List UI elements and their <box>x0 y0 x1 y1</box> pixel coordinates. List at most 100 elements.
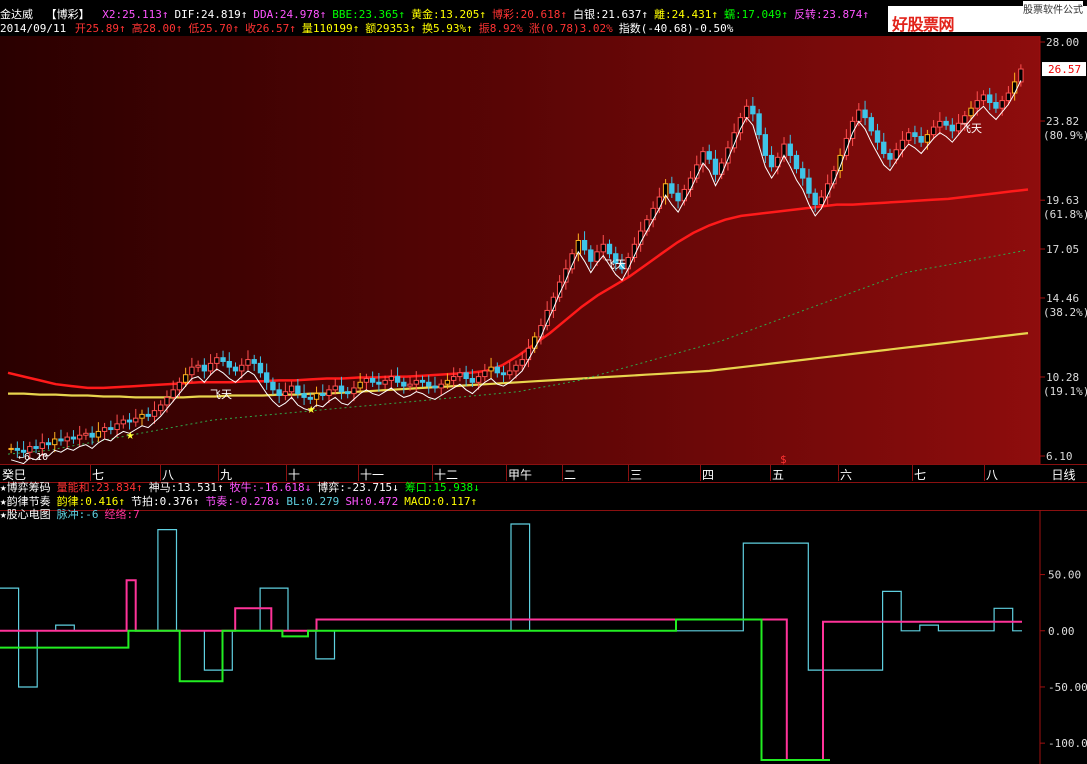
candle-body <box>369 377 376 383</box>
month-divider <box>506 465 507 481</box>
pulse-tick-label: -100.0 <box>1048 737 1087 750</box>
candle-body <box>930 126 937 136</box>
candle-body <box>687 177 694 190</box>
candle-body <box>756 113 762 136</box>
candle-body <box>912 132 918 138</box>
quote-header: 2014/09/11 开25.89↑ 高28.00↑ 低25.70↑ 收26.57↑ 量… <box>0 22 1040 36</box>
month-divider <box>562 465 563 481</box>
candle-body <box>712 158 719 175</box>
candle-body <box>800 168 806 179</box>
candle-body <box>332 385 338 391</box>
candle-body <box>906 132 912 141</box>
price-tick-pct: (38.2%) <box>1043 306 1087 319</box>
price-tick-label: 14.46 <box>1046 292 1079 305</box>
candle-body <box>581 239 588 251</box>
indicator-row-rhythm: ★韵律节奏 韵律:0.416↑ 节拍:0.376↑ 节奏:-0.278↓ BL:0.27… <box>0 495 1040 509</box>
candle-body <box>8 447 14 450</box>
quote-value-1: 高28.00↑ <box>131 22 183 35</box>
quote-value-2: 低25.70↑ <box>188 22 240 35</box>
candle-body <box>232 366 239 372</box>
chip-value-1: 量能和:23.834↑ <box>56 481 143 494</box>
candle-body <box>924 134 931 143</box>
quote-value-8: 涨(0.78)3.02% <box>528 22 613 35</box>
feitian-annotation: 飞天 <box>960 122 982 135</box>
feitian-annotation: 飞天 <box>210 388 232 401</box>
star-signal-icon: ★ <box>126 427 135 443</box>
candle-body <box>1011 81 1018 94</box>
candle-body <box>482 370 488 378</box>
quote-value-5: 额29353↑ <box>365 22 416 35</box>
candle-body <box>469 377 476 383</box>
pulse-value-2: 经络:7 <box>104 508 140 521</box>
rhythm-value-6: MACD:0.117↑ <box>404 495 478 508</box>
rhythm-value-4: BL:0.279 <box>286 495 340 508</box>
stock-name: 金达威 <box>0 8 33 21</box>
candle-body <box>363 377 370 383</box>
month-divider <box>912 465 913 481</box>
candle-body <box>999 100 1005 109</box>
indicator-value-6: 白银:21.637↑ <box>573 8 649 21</box>
candle-body <box>943 120 949 126</box>
candle-body <box>176 381 183 391</box>
candle-body <box>444 379 451 385</box>
pulse-chart[interactable]: 50.00 0.00 -50.00 -100.0 <box>0 510 1087 764</box>
indicator-values: X2:25.113↑ DIF:24.819↑ DDA:24.978↑ BBE:23.3… <box>102 8 875 21</box>
candle-body <box>419 379 426 383</box>
chip-value-0: ★博弈筹码 <box>0 481 51 494</box>
candle-body <box>326 389 332 397</box>
candle-body <box>114 423 120 431</box>
candle-body <box>158 404 164 412</box>
candle-body <box>937 120 943 128</box>
price-chart[interactable]: 28.0023.82(80.9%)19.63(61.8%)17.0514.46(… <box>0 36 1087 464</box>
candle-body <box>787 143 793 156</box>
candle-body <box>513 364 519 372</box>
candle-body <box>987 94 993 103</box>
candle-body <box>201 364 208 372</box>
candle-body <box>170 389 176 398</box>
period-label[interactable]: 日线 <box>1040 466 1087 483</box>
quote-value-7: 振8.92% <box>478 22 523 35</box>
quote-value-9: 指数(-40.68)-0.50% <box>618 22 734 35</box>
indicator-value-7: 離:24.431↑ <box>654 8 718 21</box>
candle-body <box>33 446 39 449</box>
candle-body <box>625 257 631 270</box>
candle-body <box>887 153 893 160</box>
low-price-label: ←6.10 <box>18 452 48 463</box>
candle-body <box>52 438 58 446</box>
candle-body <box>538 325 544 338</box>
pulse-value-1: 脉冲:-6 <box>56 508 99 521</box>
price-tick-pct: (61.8%) <box>1043 208 1087 221</box>
month-divider <box>286 465 287 481</box>
month-divider <box>628 465 629 481</box>
rhythm-value-2: 节拍:0.376↑ <box>130 495 200 508</box>
indicator-value-8: 蠕:17.049↑ <box>724 8 788 21</box>
candle-body <box>899 139 906 151</box>
feitian-annotation: 飞天 <box>604 258 626 271</box>
candle-body <box>426 381 432 387</box>
candle-body <box>95 430 102 438</box>
price-tick-label: 19.63 <box>1046 194 1079 207</box>
candle-body <box>320 393 326 397</box>
indicator-tag[interactable]: 【博彩】 <box>46 8 90 21</box>
star-signal-icon: ★ <box>307 401 316 417</box>
candle-body <box>257 362 264 374</box>
indicator-value-1: DIF:24.819↑ <box>174 8 248 21</box>
indicator-value-2: DDA:24.978↑ <box>253 8 327 21</box>
candle-body <box>276 389 282 397</box>
quote-values: 开25.89↑ 高28.00↑ 低25.70↑ 收26.57↑ 量110199↑ 额293… <box>75 22 740 35</box>
candle-body <box>70 436 77 440</box>
watermark-sub: 股票软件公式 <box>1023 1 1083 16</box>
candle-body <box>14 447 21 451</box>
candle-body <box>762 134 769 156</box>
price-tick-label: 23.82 <box>1046 115 1079 128</box>
quote-value-4: 量110199↑ <box>301 22 360 35</box>
pulse-tick-label: -50.00 <box>1048 681 1087 694</box>
candle-body <box>164 396 170 406</box>
quote-value-0: 开25.89↑ <box>74 22 126 35</box>
candle-body <box>457 372 463 378</box>
candle-body <box>949 124 956 132</box>
candle-body <box>345 391 351 395</box>
candle-body <box>220 357 226 362</box>
candle-body <box>58 438 64 442</box>
candle-body <box>818 196 825 206</box>
